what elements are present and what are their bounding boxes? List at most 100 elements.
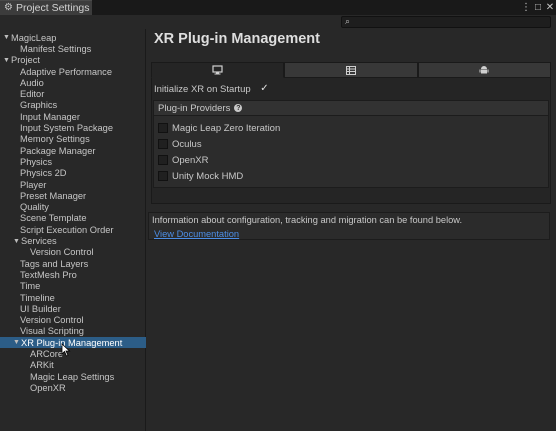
project-settings-tab[interactable]: ⚙ Project Settings (0, 0, 92, 15)
provider-row[interactable]: Unity Mock HMD (158, 170, 243, 182)
close-icon[interactable]: ✕ (544, 0, 556, 15)
sidebar-item[interactable]: Magic Leap Settings (0, 371, 146, 382)
chevron-down-icon[interactable]: ▼ (12, 238, 21, 245)
init-xr-label: Initialize XR on Startup (154, 84, 251, 95)
search-input[interactable] (356, 17, 546, 27)
sidebar-item[interactable]: Player (0, 179, 146, 190)
sidebar-item[interactable]: Scene Template (0, 213, 146, 224)
sidebar-item[interactable]: ARKit (0, 360, 146, 371)
sidebar-item-label: Player (20, 179, 47, 190)
sidebar-item-label: Time (20, 281, 41, 292)
plugin-providers-label: Plug-in Providers (158, 102, 231, 114)
chevron-down-icon[interactable]: ▼ (2, 57, 11, 64)
sidebar-item[interactable]: Time (0, 281, 146, 292)
sidebar-item[interactable]: Package Manager (0, 145, 146, 156)
provider-checkbox[interactable] (158, 171, 168, 181)
help-icon[interactable]: ? (234, 104, 243, 112)
sidebar-item-label: Script Execution Order (20, 224, 114, 235)
sidebar-item-label: Tags and Layers (20, 258, 89, 269)
sidebar-item-label: Project (11, 55, 40, 66)
sidebar-item-label: Package Manager (20, 145, 96, 156)
sidebar-item[interactable]: Version Control (0, 247, 146, 258)
sidebar-item[interactable]: Input Manager (0, 111, 146, 122)
sidebar-item[interactable]: UI Builder (0, 303, 146, 314)
sidebar-item-label: Adaptive Performance (20, 66, 112, 77)
sidebar-item-label: ARKit (30, 360, 54, 371)
sidebar-item-label: Magic Leap Settings (30, 371, 115, 382)
provider-label: Oculus (172, 138, 202, 150)
sidebar-item-label: Manifest Settings (20, 43, 92, 54)
sidebar-item[interactable]: Timeline (0, 292, 146, 303)
page-title: XR Plug-in Management (154, 31, 320, 47)
chevron-down-icon[interactable]: ▼ (2, 34, 11, 41)
tab-standalone[interactable] (151, 62, 285, 78)
android-icon (479, 66, 489, 74)
provider-row[interactable]: OpenXR (158, 154, 208, 166)
provider-row[interactable]: Oculus (158, 138, 202, 150)
sidebar-item-label: Editor (20, 89, 45, 100)
sidebar-item[interactable]: Visual Scripting (0, 326, 146, 337)
sidebar-item-label: Memory Settings (20, 134, 90, 145)
sidebar-item-label: Graphics (20, 100, 58, 111)
init-xr-checkbox[interactable]: ✓ (259, 83, 270, 94)
sidebar-item-label: MagicLeap (11, 32, 57, 43)
sidebar-item-label: Quality (20, 202, 49, 213)
tab-android[interactable] (417, 62, 551, 78)
sidebar-item-label: Version Control (30, 247, 94, 258)
provider-label: Unity Mock HMD (172, 170, 244, 182)
sidebar-item[interactable]: Input System Package (0, 122, 146, 133)
sidebar-item[interactable]: Version Control (0, 315, 146, 326)
sidebar-item[interactable]: ▼ Services (0, 235, 146, 246)
sidebar-item[interactable]: Adaptive Performance (0, 66, 146, 77)
menu-icon[interactable]: ⋮ (520, 0, 532, 15)
sidebar-item-label: UI Builder (20, 303, 61, 314)
search-field[interactable]: ⌕ (341, 16, 551, 28)
provider-row[interactable]: Magic Leap Zero Iteration (158, 122, 280, 134)
chevron-down-icon[interactable]: ▼ (12, 339, 21, 346)
sidebar-item-label: Audio (20, 77, 44, 88)
sidebar-item-label: Version Control (20, 315, 84, 326)
view-documentation-link[interactable]: View Documentation (154, 229, 239, 239)
sidebar-item-label: Services (21, 236, 57, 247)
platform-tabs (151, 62, 551, 78)
monitor-icon (212, 65, 223, 75)
sidebar-item[interactable]: Preset Manager (0, 190, 146, 201)
sidebar-item[interactable]: ▼ MagicLeap (0, 32, 146, 43)
info-text: Information about configuration, trackin… (152, 215, 463, 225)
sidebar-item-label: XR Plug-in Management (21, 337, 123, 348)
grid-icon (345, 65, 356, 75)
search-icon: ⌕ (345, 16, 351, 26)
sidebar-item[interactable]: ▼ Project (0, 55, 146, 66)
maximize-icon[interactable]: □ (532, 0, 544, 15)
sidebar-item[interactable]: Tags and Layers (0, 258, 146, 269)
plugin-providers-header: Plug-in Providers ? (154, 101, 548, 116)
gear-icon: ⚙ (4, 2, 13, 13)
sidebar-item[interactable]: Physics (0, 156, 146, 167)
sidebar-item[interactable]: ARCore (0, 348, 146, 359)
settings-sidebar: ▼ MagicLeap Manifest Settings ▼ Project Adapt… (0, 29, 146, 431)
sidebar-item[interactable]: Physics 2D (0, 168, 146, 179)
sidebar-item[interactable]: TextMesh Pro (0, 269, 146, 280)
provider-label: Magic Leap Zero Iteration (172, 122, 281, 134)
sidebar-item[interactable]: Quality (0, 202, 146, 213)
sidebar-item[interactable]: Graphics (0, 100, 146, 111)
sidebar-item-label: Timeline (20, 292, 55, 303)
sidebar-item[interactable]: Editor (0, 89, 146, 100)
provider-checkbox[interactable] (158, 139, 168, 149)
sidebar-item-label: Physics (20, 156, 53, 167)
sidebar-item-label: TextMesh Pro (20, 269, 77, 280)
tab-windows-store[interactable] (284, 62, 418, 78)
provider-label: OpenXR (172, 154, 209, 166)
tab-title: Project Settings (15, 2, 90, 14)
sidebar-item[interactable]: Memory Settings (0, 134, 146, 145)
window-titlebar: ⚙ Project Settings ⋮ □ ✕ (0, 0, 556, 15)
sidebar-item[interactable]: Audio (0, 77, 146, 88)
sidebar-item-label: Scene Template (20, 213, 87, 224)
sidebar-item[interactable]: Script Execution Order (0, 224, 146, 235)
sidebar-item[interactable]: ▼ XR Plug-in Management (0, 337, 146, 349)
provider-checkbox[interactable] (158, 155, 168, 165)
sidebar-item-label: Input Manager (20, 111, 80, 122)
sidebar-item[interactable]: OpenXR (0, 382, 146, 393)
provider-checkbox[interactable] (158, 123, 168, 133)
sidebar-item[interactable]: Manifest Settings (0, 43, 146, 54)
